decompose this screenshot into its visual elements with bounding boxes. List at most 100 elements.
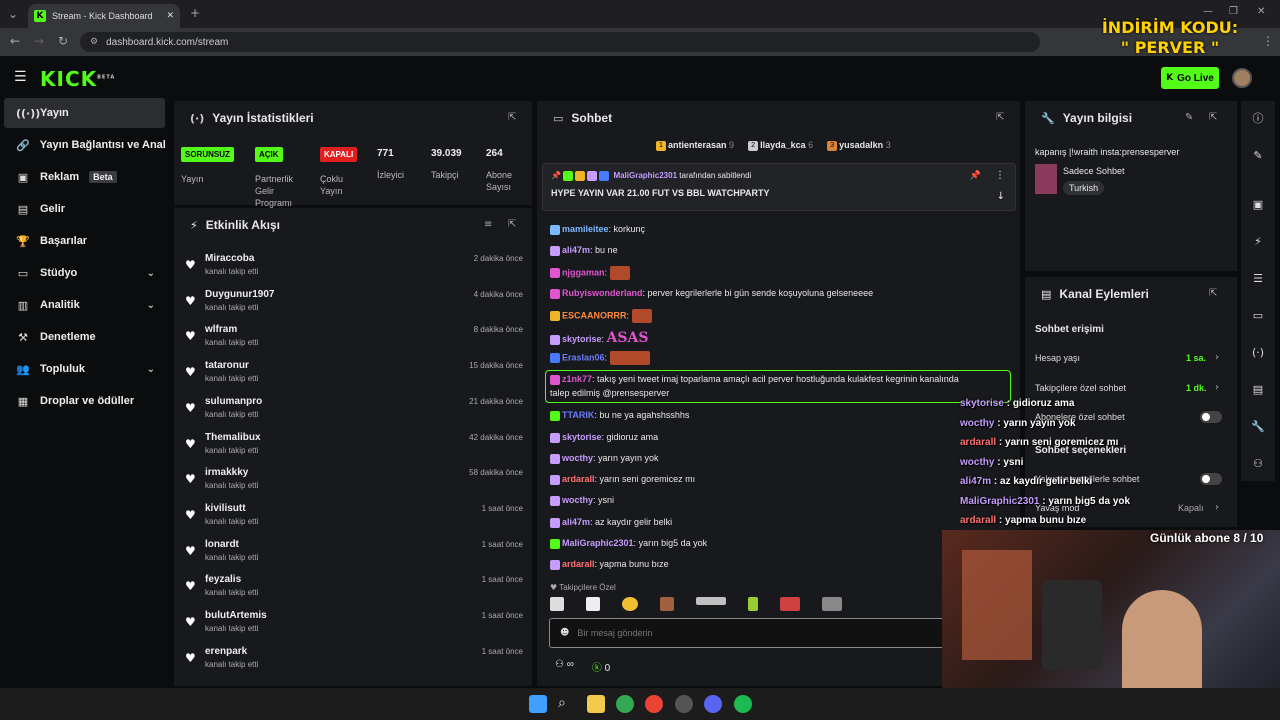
sidebar-item-basarilar[interactable]: 🏆 Başarılar	[4, 226, 165, 256]
sidebar-item-gelir[interactable]: ▤ Gelir	[4, 194, 165, 224]
chevron-right-icon[interactable]: ›	[1215, 502, 1219, 513]
chrome-icon[interactable]	[616, 695, 634, 713]
browser-tab[interactable]: K Stream - Kick Dashboard ✕	[28, 4, 180, 28]
sidebar-item-denetleme[interactable]: ⚒ Denetleme	[4, 322, 165, 352]
chat-emote[interactable]	[609, 266, 630, 280]
actions-icon[interactable]: ▤	[1244, 375, 1272, 403]
unpin-icon[interactable]: 📌	[970, 171, 981, 181]
followers-only-value[interactable]: 1 dk.	[1186, 383, 1207, 393]
category-thumbnail[interactable]	[1035, 164, 1057, 194]
pinned-message[interactable]: 📌 MaliGraphic2301 tarafından sabitlendi …	[542, 163, 1016, 211]
sidebar-item-reklam[interactable]: ▣ Reklam Beta	[4, 162, 165, 192]
reload-icon[interactable]: ↻	[58, 34, 68, 48]
more-options-icon[interactable]: ⋮	[995, 170, 1005, 181]
expand-down-icon[interactable]: ↓	[997, 191, 1005, 202]
windows-start-icon[interactable]	[529, 695, 547, 713]
emote-4[interactable]	[660, 597, 674, 611]
event-username[interactable]: sulumanpro	[205, 396, 262, 407]
chat-username[interactable]: Rubyiswonderland	[562, 288, 643, 298]
chevron-right-icon[interactable]: ›	[1215, 382, 1219, 393]
pinned-by-user[interactable]: MaliGraphic2301	[613, 171, 677, 180]
sidebar-item-droplar[interactable]: ▦ Droplar ve ödüller	[4, 386, 165, 416]
filter-icon[interactable]: ≡	[484, 219, 492, 230]
discord-icon[interactable]	[704, 695, 722, 713]
sidebar-item-studyo[interactable]: ▭ Stüdyo ⌄	[4, 258, 165, 288]
event-username[interactable]: Themalibux	[205, 432, 261, 443]
chat-username[interactable]: mamileitee	[562, 224, 609, 234]
user-avatar[interactable]	[1232, 68, 1252, 88]
browser-menu-icon[interactable]: ⋮	[1262, 34, 1274, 48]
sidebar-item-topluluk[interactable]: 👥 Topluluk ⌄	[4, 354, 165, 384]
chat-username[interactable]: ali47m	[562, 517, 590, 527]
chat-username[interactable]: njggaman	[562, 267, 605, 277]
chat-emote[interactable]	[631, 309, 652, 323]
tab-close-icon[interactable]: ✕	[166, 11, 174, 21]
emote-6[interactable]	[748, 597, 758, 611]
wrench-icon[interactable]: 🔧	[1244, 412, 1272, 440]
go-live-button[interactable]: K Go Live	[1161, 67, 1219, 89]
slow-mode-value[interactable]: Kapalı	[1178, 503, 1204, 513]
kick-logo[interactable]: KICKBETA	[40, 67, 115, 91]
emote-1[interactable]	[550, 597, 564, 611]
gifter-3[interactable]: 3 yusadalkn 3	[827, 140, 891, 151]
event-username[interactable]: lonardt	[205, 539, 239, 550]
emote-7[interactable]	[780, 597, 800, 611]
emote-only-toggle[interactable]	[1200, 473, 1222, 485]
event-username[interactable]: bulutArtemis	[205, 610, 267, 621]
window-close-icon[interactable]: ✕	[1257, 6, 1265, 17]
kick-points[interactable]: ⓚ 0	[592, 659, 610, 674]
chat-username[interactable]: skytorise	[562, 432, 602, 442]
users-count[interactable]: ⚇ ∞	[555, 659, 574, 674]
chat-username[interactable]: wocthy	[562, 453, 593, 463]
popout-icon[interactable]: ⇱	[508, 112, 516, 123]
file-explorer-icon[interactable]	[587, 695, 605, 713]
popout-icon[interactable]: ⇱	[1209, 288, 1217, 299]
category-name[interactable]: Sadece Sohbet	[1063, 166, 1125, 176]
event-username[interactable]: feyzalis	[205, 574, 241, 585]
emote-5[interactable]	[696, 597, 726, 605]
chat-username[interactable]: skytorise	[562, 334, 602, 344]
url-bar[interactable]: ⚙ dashboard.kick.com/stream	[80, 32, 1040, 52]
event-username[interactable]: tataronur	[205, 360, 249, 371]
tab-list-icon[interactable]: ⌄	[8, 7, 18, 21]
event-username[interactable]: wlfram	[205, 324, 237, 335]
emoji-picker-icon[interactable]: ☻	[560, 628, 569, 638]
chat-input[interactable]: ☻ Bir mesaj gönderin	[549, 618, 949, 648]
emote-3[interactable]	[622, 597, 638, 611]
chat-username[interactable]: MaliGraphic2301	[562, 538, 634, 548]
new-tab-icon[interactable]: +	[190, 6, 200, 20]
event-username[interactable]: erenpark	[205, 646, 247, 657]
event-username[interactable]: kivilisutt	[205, 503, 246, 514]
search-icon[interactable]: ⌕	[558, 695, 576, 713]
chat-emote[interactable]	[609, 351, 650, 365]
minimize-icon[interactable]: —	[1203, 6, 1213, 17]
chat-username[interactable]: ardarall	[562, 559, 595, 569]
popout-icon[interactable]: ⇱	[1209, 112, 1217, 123]
info-icon[interactable]: ⓘ	[1244, 104, 1272, 132]
chat-username[interactable]: Eraslan06	[562, 352, 605, 362]
site-info-icon[interactable]: ⚙	[90, 37, 98, 47]
event-username[interactable]: Duygunur1907	[205, 289, 274, 300]
lightning-icon[interactable]: ⚡	[1244, 227, 1272, 255]
emote-8[interactable]	[822, 597, 842, 611]
sidebar-item-yayin[interactable]: ((·)) Yayın	[4, 98, 165, 128]
pencil-icon[interactable]: ✎	[1244, 141, 1272, 169]
chat-icon[interactable]: ▭	[1244, 301, 1272, 329]
subscribers-only-toggle[interactable]	[1200, 411, 1222, 423]
spotify-icon[interactable]	[734, 695, 752, 713]
users-icon[interactable]: ⚇	[1244, 449, 1272, 477]
stats-icon[interactable]: ▣	[1244, 190, 1272, 218]
account-age-value[interactable]: 1 sa.	[1186, 353, 1206, 363]
popout-icon[interactable]: ⇱	[508, 219, 516, 230]
popout-icon[interactable]: ⇱	[996, 112, 1004, 123]
gifter-2[interactable]: 2 llayda_kca 6	[748, 140, 813, 151]
forward-icon[interactable]: →	[34, 34, 44, 48]
edit-icon[interactable]: ✎	[1185, 112, 1193, 123]
chat-username[interactable]: wocthy	[562, 495, 593, 505]
maximize-icon[interactable]: ❐	[1229, 6, 1238, 17]
hamburger-menu-icon[interactable]: ☰	[14, 69, 27, 85]
broadcast-icon[interactable]: (·)	[1244, 338, 1272, 366]
chat-username[interactable]: ali47m	[562, 245, 590, 255]
chevron-right-icon[interactable]: ›	[1215, 352, 1219, 363]
list-icon[interactable]: ☰	[1244, 264, 1272, 292]
